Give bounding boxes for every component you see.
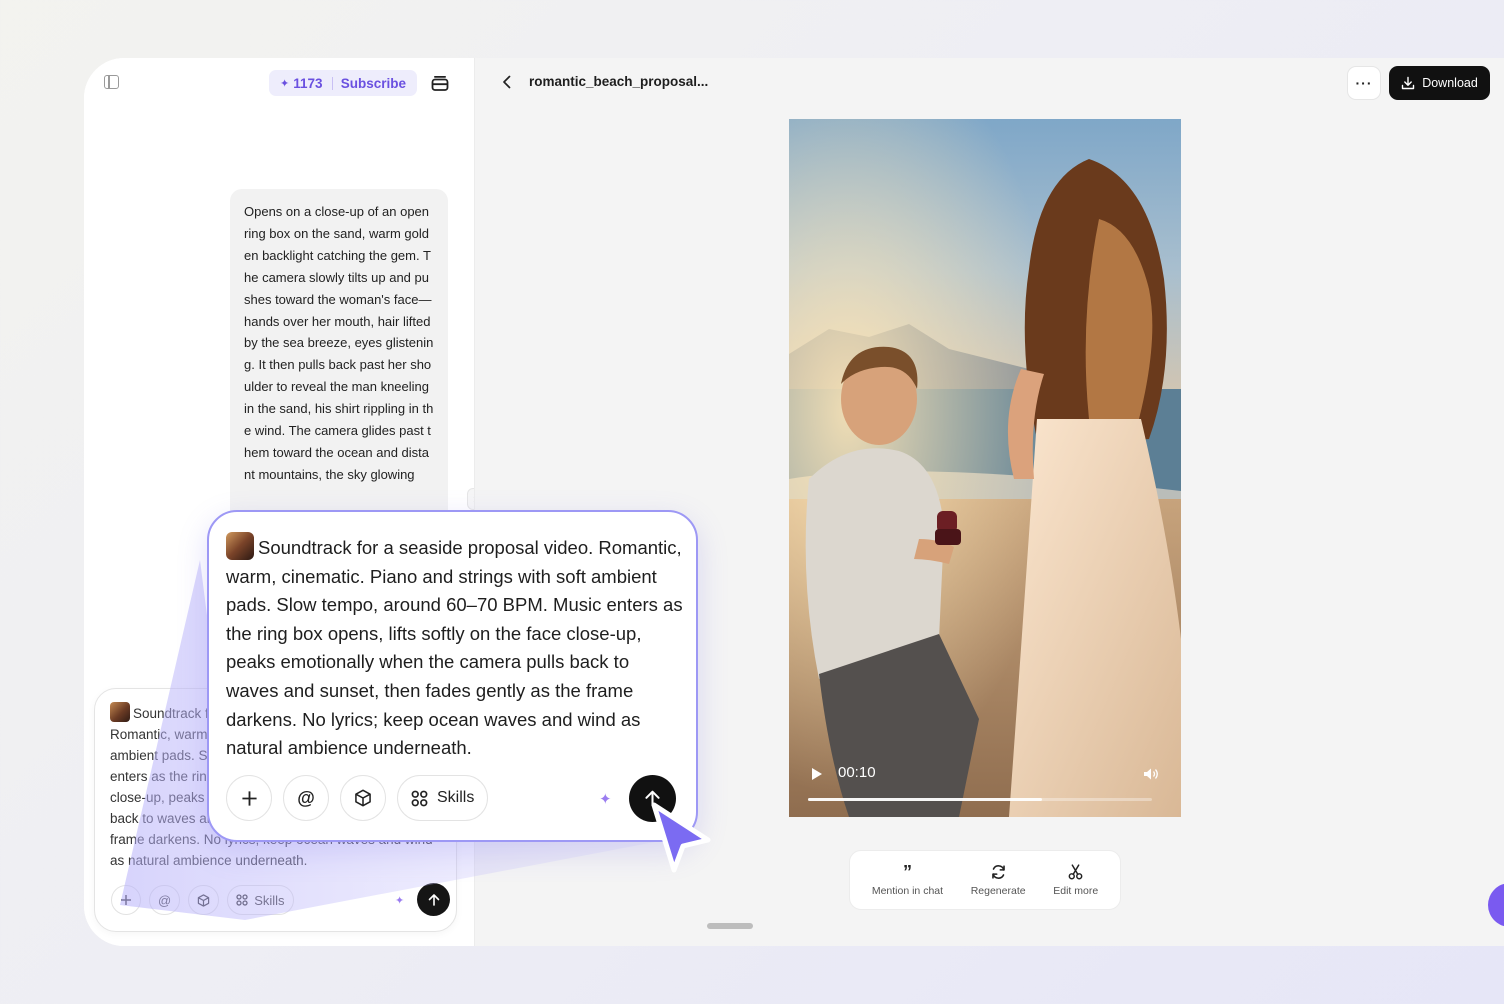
model-button[interactable] bbox=[188, 885, 220, 915]
skills-label: Skills bbox=[254, 892, 285, 908]
edit-more-button[interactable]: Edit more bbox=[1053, 863, 1098, 897]
video-time: 00:10 bbox=[838, 764, 876, 781]
composer-toolbar: @ Skills bbox=[111, 885, 294, 915]
cube-icon bbox=[197, 893, 210, 907]
credits-subscribe-pill[interactable]: ✦ 1173 Subscribe bbox=[269, 70, 417, 96]
send-button[interactable] bbox=[417, 883, 450, 916]
sparkle-icon: ✦ bbox=[280, 77, 290, 90]
regenerate-button[interactable]: Regenerate bbox=[971, 863, 1026, 897]
zoomed-composer-text[interactable]: Soundtrack for a seaside proposal video.… bbox=[226, 532, 686, 763]
plus-icon bbox=[241, 790, 257, 806]
model-button[interactable] bbox=[340, 775, 386, 821]
mention-button[interactable]: @ bbox=[149, 885, 181, 915]
edit-more-label: Edit more bbox=[1053, 885, 1099, 897]
download-icon bbox=[1402, 76, 1415, 90]
video-thumbnail bbox=[110, 702, 130, 722]
download-label: Download bbox=[1422, 76, 1478, 90]
video-progress-bar[interactable] bbox=[808, 798, 1152, 801]
refresh-icon bbox=[991, 865, 1005, 879]
volume-icon[interactable] bbox=[1143, 767, 1159, 781]
subscribe-link[interactable]: Subscribe bbox=[341, 76, 406, 91]
video-progress-fill bbox=[808, 798, 1042, 801]
stack-icon[interactable] bbox=[431, 74, 449, 92]
quote-icon: ” bbox=[902, 861, 912, 882]
scroll-indicator[interactable] bbox=[707, 923, 753, 929]
skills-label: Skills bbox=[437, 789, 475, 806]
video-frame-image bbox=[789, 119, 1181, 817]
zoomed-composer-toolbar: @ Skills bbox=[226, 775, 489, 821]
scissors-icon bbox=[1068, 864, 1083, 880]
user-message-bubble: Opens on a close-up of an open ring box … bbox=[230, 189, 448, 519]
plus-icon bbox=[121, 895, 131, 905]
zoomed-prompt-composer[interactable]: Soundtrack for a seaside proposal video.… bbox=[207, 510, 698, 842]
mention-in-chat-button[interactable]: ” Mention in chat bbox=[871, 861, 944, 898]
cube-icon bbox=[355, 789, 371, 807]
download-button[interactable]: Download bbox=[1389, 66, 1490, 100]
enhance-sparkle-icon[interactable]: ✦ bbox=[395, 894, 404, 907]
video-filename: romantic_beach_proposal... bbox=[529, 74, 709, 89]
zoomed-prompt-text: Soundtrack for a seaside proposal video.… bbox=[226, 537, 683, 759]
at-icon: @ bbox=[158, 892, 172, 908]
skills-icon bbox=[411, 790, 428, 806]
skills-button[interactable]: Skills bbox=[397, 775, 489, 821]
credits-count: 1173 bbox=[293, 75, 323, 91]
mention-in-chat-label: Mention in chat bbox=[871, 885, 944, 897]
skills-button[interactable]: Skills bbox=[227, 885, 294, 915]
at-icon: @ bbox=[297, 787, 315, 808]
arrow-up-icon bbox=[428, 893, 439, 906]
video-thumbnail bbox=[226, 532, 254, 560]
video-actions-bar: ” Mention in chat Regenerate Edit more bbox=[849, 850, 1121, 910]
back-arrow-icon[interactable] bbox=[497, 72, 517, 92]
regenerate-label: Regenerate bbox=[970, 885, 1026, 897]
mention-button[interactable]: @ bbox=[283, 775, 329, 821]
enhance-sparkle-icon[interactable]: ✦ bbox=[599, 790, 612, 808]
ellipsis-icon: ··· bbox=[1355, 75, 1373, 91]
more-options-button[interactable]: ··· bbox=[1347, 66, 1381, 100]
sidebar-toggle-icon[interactable] bbox=[104, 75, 119, 89]
mouse-pointer-icon bbox=[651, 802, 711, 873]
add-attachment-button[interactable] bbox=[226, 775, 272, 821]
add-attachment-button[interactable] bbox=[111, 885, 141, 915]
play-icon[interactable] bbox=[811, 767, 823, 781]
skills-icon bbox=[236, 894, 248, 906]
video-player[interactable]: 00:10 bbox=[789, 119, 1181, 817]
